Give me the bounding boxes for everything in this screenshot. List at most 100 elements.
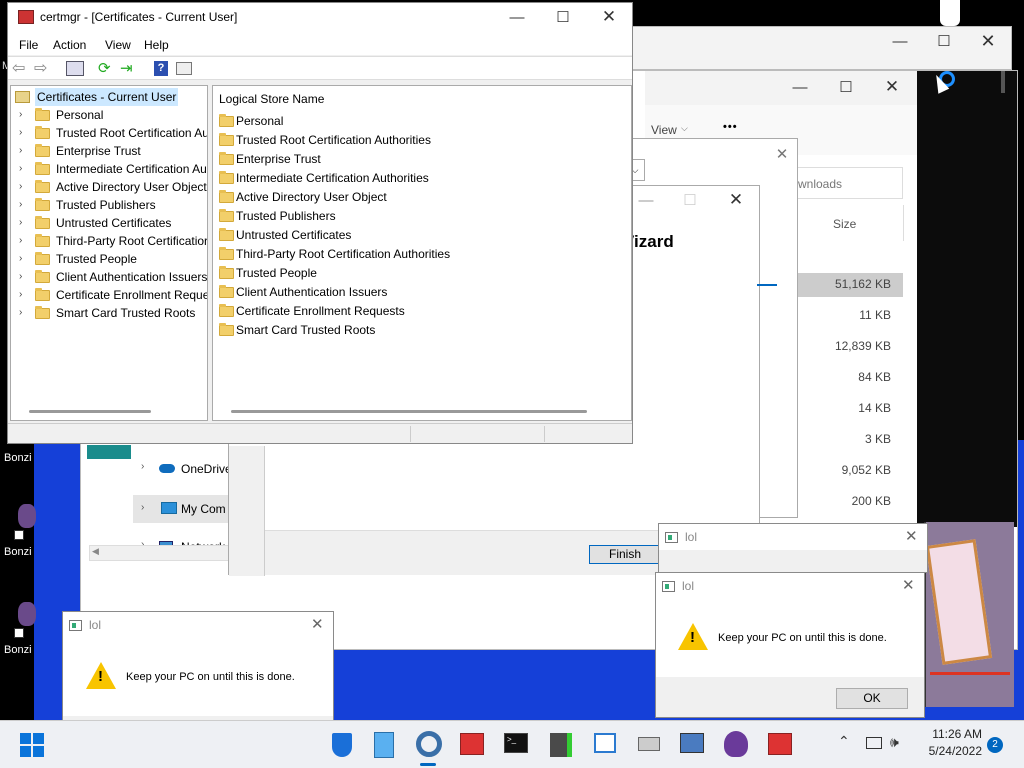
top-right-window-edge bbox=[940, 0, 960, 26]
forward-arrow-icon[interactable]: ⇨ bbox=[34, 58, 47, 78]
close-button[interactable]: ✕ bbox=[973, 31, 1003, 52]
tree-item[interactable]: › Untrusted Certificates bbox=[11, 214, 207, 232]
minimize-button[interactable]: — bbox=[785, 79, 815, 96]
tree-item[interactable]: › Certificate Enrollment Reques bbox=[11, 286, 207, 304]
minimize-button[interactable]: — bbox=[502, 9, 532, 26]
folder-icon bbox=[219, 285, 234, 298]
folder-icon bbox=[35, 234, 50, 247]
window-app-icon[interactable] bbox=[594, 733, 616, 753]
volume-icon[interactable]: 🕪 bbox=[890, 734, 899, 751]
tree-item[interactable]: › Trusted Root Certification Au bbox=[11, 124, 207, 142]
menu-help[interactable]: Help bbox=[144, 38, 169, 52]
nav-item-onedrive[interactable]: › OneDrive bbox=[141, 459, 232, 479]
clock[interactable]: 11:26 AM 5/24/2022 bbox=[910, 727, 982, 758]
minimize-button[interactable]: — bbox=[631, 192, 661, 209]
chevron-right-icon: › bbox=[19, 253, 23, 264]
computer-management-icon[interactable] bbox=[680, 733, 704, 753]
close-button[interactable]: ✕ bbox=[767, 145, 797, 163]
tree-horizontal-scrollbar[interactable] bbox=[29, 410, 151, 413]
tree-item[interactable]: › Smart Card Trusted Roots bbox=[11, 304, 207, 322]
export-list-icon[interactable]: ⇥ bbox=[120, 59, 133, 77]
minimize-button[interactable]: — bbox=[885, 33, 915, 50]
start-button[interactable] bbox=[20, 733, 44, 757]
menu-action[interactable]: Action bbox=[53, 38, 86, 52]
certmgr-taskbar-icon[interactable] bbox=[460, 733, 484, 755]
file-size: 9,052 KB bbox=[841, 463, 891, 477]
maximize-button[interactable]: ☐ bbox=[548, 8, 578, 26]
ok-button[interactable]: OK bbox=[836, 688, 908, 709]
terminal-icon[interactable]: >_ bbox=[504, 733, 528, 753]
tree-item[interactable]: › Enterprise Trust bbox=[11, 142, 207, 160]
tree-item-label: Trusted Publishers bbox=[56, 198, 156, 212]
close-button[interactable]: ✕ bbox=[721, 190, 751, 210]
dialog-titlebar: lol ✕ bbox=[63, 612, 333, 638]
list-horizontal-scrollbar[interactable] bbox=[231, 410, 587, 413]
close-button[interactable]: ✕ bbox=[594, 7, 624, 27]
wizard-input-edge[interactable] bbox=[757, 268, 777, 286]
notepad-icon[interactable] bbox=[374, 732, 394, 758]
tree-item[interactable]: › Client Authentication Issuers bbox=[11, 268, 207, 286]
folder-icon bbox=[35, 126, 50, 139]
show-hide-tree-icon[interactable] bbox=[66, 61, 84, 76]
view-menu-button[interactable]: View bbox=[651, 123, 677, 137]
more-options-button[interactable]: ••• bbox=[723, 121, 738, 133]
warning-exclamation: ! bbox=[98, 668, 103, 685]
tree-item[interactable]: › Active Directory User Object bbox=[11, 178, 207, 196]
close-button[interactable]: ✕ bbox=[905, 524, 918, 550]
device-manager-icon[interactable] bbox=[638, 737, 660, 751]
tree-item-label: Personal bbox=[56, 108, 104, 122]
column-header-size[interactable]: Size bbox=[833, 217, 856, 231]
close-button[interactable]: ✕ bbox=[877, 77, 907, 97]
list-item-label: Trusted Publishers bbox=[236, 209, 336, 223]
list-item-label: Trusted Root Certification Authorities bbox=[236, 133, 431, 147]
network-status-icon[interactable] bbox=[866, 737, 882, 749]
chevron-up-icon[interactable]: ⌃ bbox=[838, 733, 850, 750]
tree-item-label: Third-Party Root Certificatior bbox=[56, 234, 208, 248]
maximize-button[interactable]: ☐ bbox=[675, 191, 705, 209]
search-input[interactable]: wnloads bbox=[798, 177, 842, 191]
dialog-titlebar: lol ✕ bbox=[656, 573, 924, 599]
folder-icon bbox=[35, 180, 50, 193]
dialog-title: lol bbox=[89, 618, 102, 632]
folder-icon bbox=[35, 108, 50, 121]
maximize-button[interactable]: ☐ bbox=[831, 78, 861, 96]
bonzi-taskbar-icon[interactable] bbox=[724, 731, 748, 757]
dialog-title: lol bbox=[685, 530, 698, 544]
folder-icon bbox=[219, 209, 234, 222]
tree-item[interactable]: › Trusted People bbox=[11, 250, 207, 268]
menu-file[interactable]: File bbox=[19, 38, 38, 52]
clock-time: 11:26 AM bbox=[932, 727, 982, 741]
search-box[interactable]: wnloads bbox=[797, 167, 903, 199]
chevron-right-icon: › bbox=[19, 289, 23, 300]
close-button[interactable]: ✕ bbox=[902, 573, 915, 599]
finish-button[interactable]: Finish bbox=[589, 545, 661, 564]
close-button[interactable]: ✕ bbox=[311, 612, 324, 638]
folder-icon bbox=[35, 288, 50, 301]
certmgr-taskbar-icon-2[interactable] bbox=[768, 733, 792, 755]
desktop-icon-bonzi-3[interactable]: Bonzi bbox=[2, 598, 36, 664]
properties-icon[interactable] bbox=[176, 62, 192, 75]
tree-item[interactable]: › Third-Party Root Certificatior bbox=[11, 232, 207, 250]
desktop-icon-bonzi-2[interactable]: Bonzi bbox=[2, 500, 36, 566]
back-arrow-icon[interactable]: ⇦ bbox=[12, 58, 25, 78]
notification-badge[interactable]: 2 bbox=[987, 737, 1003, 753]
menu-view[interactable]: View bbox=[105, 38, 131, 52]
app-icon bbox=[665, 532, 678, 543]
refresh-icon[interactable]: ⟳ bbox=[98, 59, 111, 77]
maximize-button[interactable]: ☐ bbox=[929, 32, 959, 50]
certmgr-window: certmgr - [Certificates - Current User] … bbox=[7, 2, 633, 444]
horizontal-scrollbar[interactable]: ◀ bbox=[89, 545, 229, 561]
column-header-logical-store-name[interactable]: Logical Store Name bbox=[219, 92, 324, 106]
settings-gear-icon[interactable] bbox=[416, 731, 442, 757]
security-shield-icon[interactable] bbox=[332, 733, 352, 757]
tree-item[interactable]: › Personal bbox=[11, 106, 207, 124]
file-size: 84 KB bbox=[858, 370, 891, 384]
nav-item-my-computer[interactable]: › My Com bbox=[133, 495, 231, 523]
tree-item[interactable]: › Trusted Publishers bbox=[11, 196, 207, 214]
help-icon[interactable]: ? bbox=[154, 61, 168, 76]
tree-item[interactable]: › Intermediate Certification Au bbox=[11, 160, 207, 178]
registry-editor-icon[interactable] bbox=[550, 733, 572, 757]
explorer-scrollbar[interactable] bbox=[1001, 71, 1005, 93]
tree-item-label: Client Authentication Issuers bbox=[56, 270, 208, 284]
folder-icon bbox=[35, 198, 50, 211]
